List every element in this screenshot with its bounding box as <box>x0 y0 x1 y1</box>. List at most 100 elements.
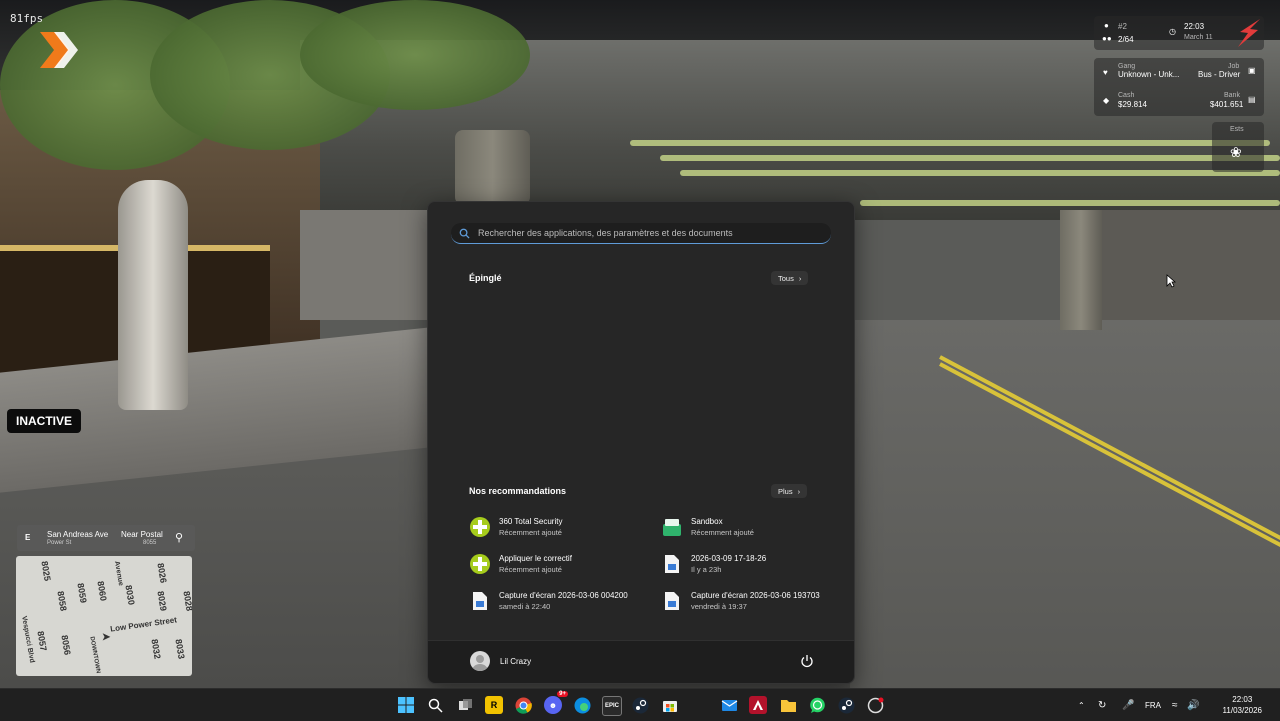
briefcase-icon: ▣ <box>1248 66 1256 75</box>
minimap-label: 8059 <box>75 582 89 604</box>
player-stats-card: ♥ Gang Unknown - Unk... Job Bus - Driver… <box>1094 58 1264 116</box>
bank-icon: ▤ <box>1248 95 1256 104</box>
more-button[interactable]: Plus › <box>771 484 808 498</box>
bank-label: Bank <box>1224 92 1240 99</box>
game-time: 22:03 <box>1184 22 1205 31</box>
app-icon[interactable] <box>866 696 884 714</box>
server-logo-icon <box>40 32 78 68</box>
recommendation-item[interactable]: Capture d'écran 2026-03-06 004200 samedi… <box>469 588 649 614</box>
start-search-box[interactable] <box>451 223 831 244</box>
inactive-badge: INACTIVE <box>7 409 82 433</box>
cash-icon: ◆ <box>1103 96 1110 105</box>
heart-icon: ♥ <box>1103 68 1108 77</box>
brand-logo-icon <box>1238 19 1260 47</box>
player-arrow-icon: ➤ <box>102 632 111 643</box>
pinned-title: Épinglé <box>469 273 502 283</box>
taskbar-clock[interactable]: 22:03 11/03/2026 <box>1223 694 1262 716</box>
building-right <box>1100 210 1280 330</box>
minimap-street: Avenue <box>112 560 125 587</box>
search-icon <box>459 228 470 239</box>
location-bar: E San Andreas Ave Power St Near Postal 8… <box>17 525 195 551</box>
recommendation-name: Appliquer le correctif <box>499 554 572 563</box>
discord-icon[interactable]: ☻ 9+ <box>544 691 568 714</box>
area-name: Power St <box>47 540 72 546</box>
recommendation-item[interactable]: 360 Total Security Récemment ajouté <box>469 514 649 540</box>
power-icon[interactable] <box>800 654 814 668</box>
start-search-input[interactable] <box>476 227 831 239</box>
file-icon <box>469 590 491 612</box>
recommendation-sub: Récemment ajouté <box>499 565 562 574</box>
recommendation-item[interactable]: Appliquer le correctif Récemment ajouté <box>469 551 649 577</box>
recommendation-item[interactable]: 2026-03-09 17-18-26 Il y a 23h <box>661 551 841 577</box>
cash-label: Cash <box>1118 92 1135 99</box>
overpass-light <box>680 170 1280 176</box>
recommendation-sub: Récemment ajouté <box>691 528 754 537</box>
recommendation-sub: samedi à 22:40 <box>499 602 551 611</box>
minimap: 8025 8058 8059 8060 8026 8028 8029 8030 … <box>16 556 192 676</box>
steam-icon[interactable] <box>631 696 649 714</box>
file-icon <box>661 553 683 575</box>
minimap-label: 8033 <box>173 638 187 660</box>
clock-time: 22:03 <box>1232 695 1253 704</box>
microphone-icon[interactable]: 🎤 <box>1122 689 1134 721</box>
game-date: March 11 <box>1184 34 1213 41</box>
user-icon: ● <box>1104 21 1109 30</box>
brain-icon: ❀ <box>1230 144 1242 160</box>
clock-icon: ◷ <box>1169 27 1176 36</box>
minimap-label: 8057 <box>35 630 49 652</box>
user-name[interactable]: Lil Crazy <box>500 657 531 666</box>
rockstar-icon[interactable]: R <box>485 696 503 714</box>
ests-label: Ests <box>1230 126 1244 133</box>
player-id: #2 <box>1118 22 1127 31</box>
players-icon: ●● <box>1102 34 1112 43</box>
steam-2-icon[interactable] <box>837 696 855 714</box>
minimap-label: 8032 <box>149 638 163 660</box>
edge-icon[interactable] <box>573 696 591 714</box>
overpass-light <box>660 155 1280 161</box>
sync-icon[interactable]: ↻ <box>1098 689 1106 721</box>
store-icon[interactable] <box>661 696 679 714</box>
recommendation-sub: vendredi à 19:37 <box>691 602 747 611</box>
user-avatar[interactable] <box>470 651 490 671</box>
recommendation-item[interactable]: Capture d'écran 2026-03-06 193703 vendre… <box>661 588 851 614</box>
user-icon <box>472 655 488 671</box>
postal-label: Near Postal <box>121 530 163 539</box>
show-hidden-icons-button[interactable]: ⌃ <box>1078 689 1085 721</box>
rockstar-label: R <box>490 700 498 710</box>
job-label: Job <box>1228 63 1240 70</box>
minimap-label: 8028 <box>181 590 192 612</box>
language-indicator[interactable]: FRA <box>1145 689 1161 721</box>
wifi-icon[interactable]: ≈ <box>1172 689 1178 721</box>
whatsapp-icon[interactable] <box>808 696 826 714</box>
bank-value: $401.651 <box>1210 100 1244 109</box>
recommendation-item[interactable]: Sandbox Récemment ajouté <box>661 514 841 540</box>
recommendations-title: Nos recommandations <box>469 486 567 496</box>
overpass-light <box>860 200 1280 206</box>
chevron-right-icon: › <box>797 486 801 496</box>
minimap-label: 8056 <box>59 634 73 656</box>
search-icon[interactable] <box>426 696 444 714</box>
tree-trunk <box>118 180 188 410</box>
all-apps-button[interactable]: Tous › <box>771 271 809 285</box>
recommendation-name: Sandbox <box>691 517 723 526</box>
plus-icon <box>469 516 491 538</box>
chevron-right-icon: › <box>798 273 802 283</box>
more-label: Plus <box>778 486 793 496</box>
windows-start-icon[interactable] <box>397 696 415 714</box>
mail-icon[interactable] <box>720 696 738 714</box>
clock-date: 11/03/2026 <box>1222 706 1262 715</box>
job-value: Bus - Driver <box>1198 70 1241 79</box>
task-view-icon[interactable] <box>456 696 474 714</box>
cursor-icon <box>1166 274 1176 288</box>
epic-games-icon[interactable]: EPIC <box>602 696 622 716</box>
recommendation-sub: Récemment ajouté <box>499 528 562 537</box>
cash-value: $29.814 <box>1118 100 1147 109</box>
overpass-light <box>630 140 1270 146</box>
file-explorer-icon[interactable] <box>779 696 797 714</box>
all-apps-label: Tous <box>778 273 794 283</box>
minimap-label: 8029 <box>155 590 169 612</box>
chrome-icon[interactable] <box>514 696 532 714</box>
postal-value: 8055 <box>143 540 157 546</box>
volume-icon[interactable]: 🔊 <box>1187 689 1199 721</box>
adobe-icon[interactable] <box>749 696 767 714</box>
